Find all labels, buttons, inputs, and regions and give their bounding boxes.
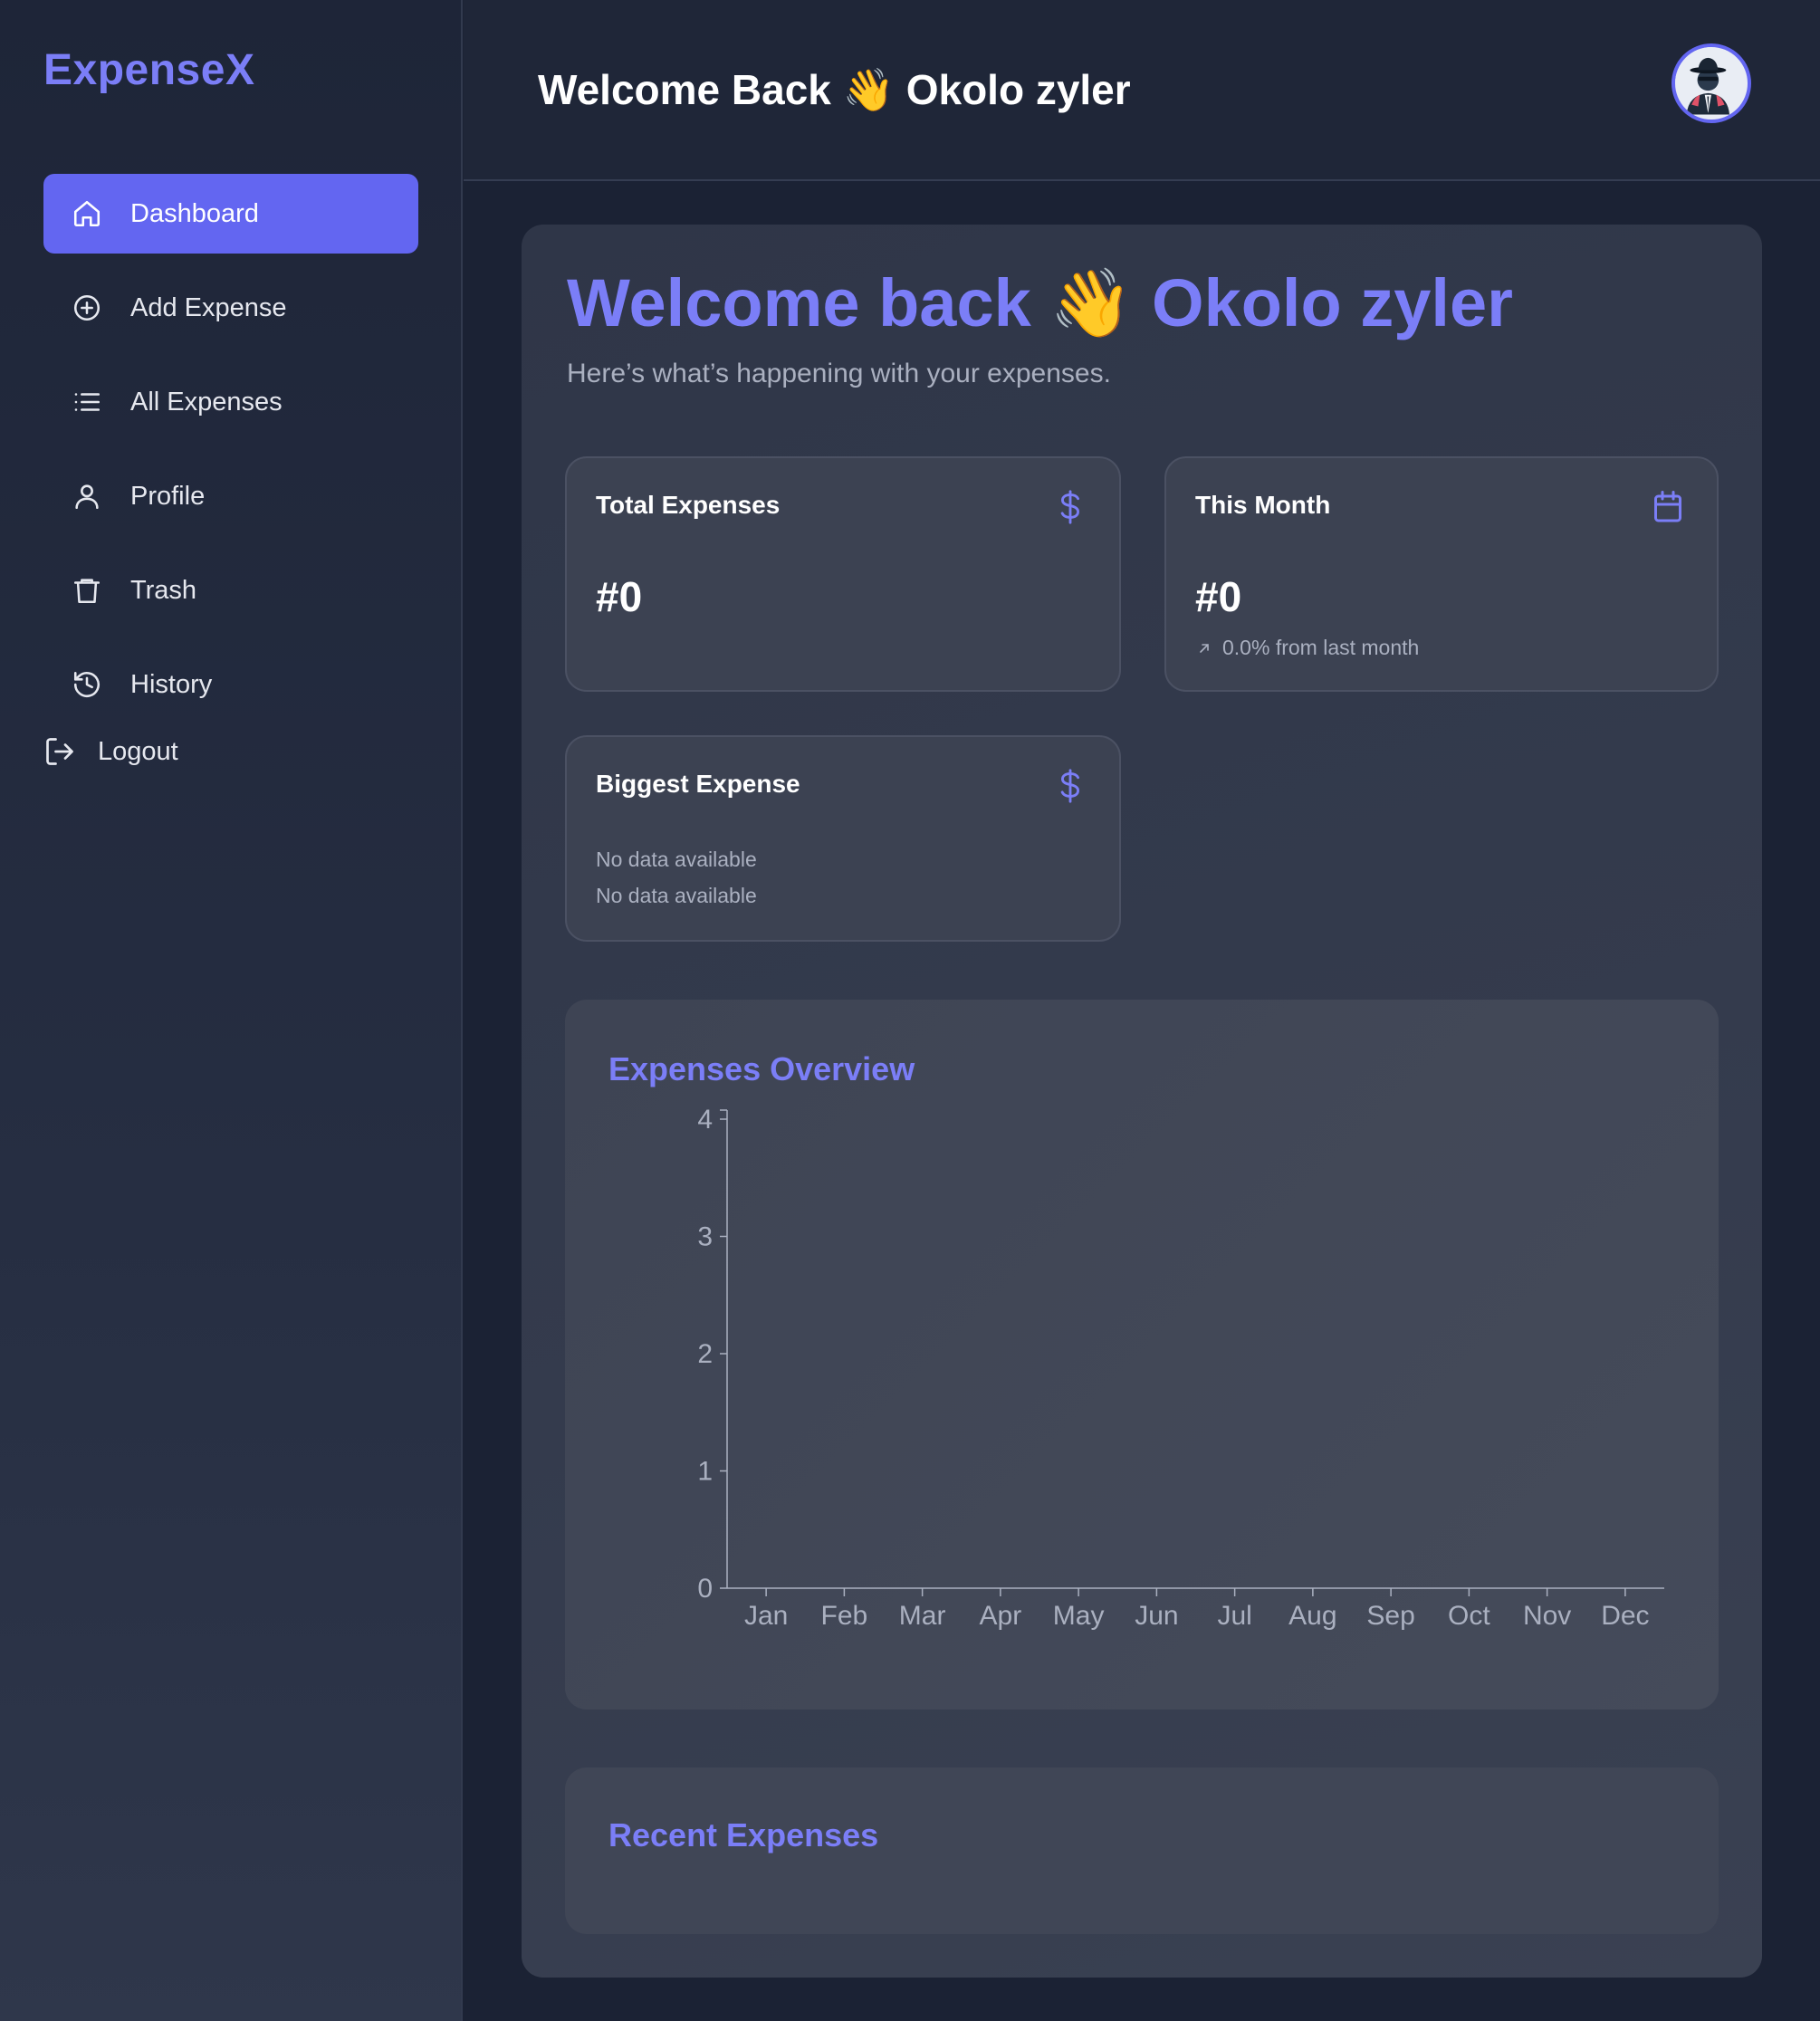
card-title: This Month (1195, 491, 1331, 519)
sidebar-item-all-expenses[interactable]: All Expenses (43, 362, 418, 442)
y-tick-label: 0 (697, 1574, 713, 1604)
this-month-value: #0 (1195, 573, 1242, 620)
y-tick-label: 2 (697, 1339, 713, 1369)
card-title: Total Expenses (596, 491, 781, 519)
sidebar-item-profile[interactable]: Profile (43, 456, 418, 536)
user-icon (71, 480, 103, 512)
x-tick-label: Jul (1217, 1601, 1251, 1631)
expenses-overview-card: Expenses Overview 0 1 2 3 4 Jan Feb Mar Apr May Ju… (565, 1000, 1719, 1710)
logout-label: Logout (98, 736, 178, 766)
y-tick-label: 1 (697, 1457, 713, 1487)
card-title: Biggest Expense (596, 770, 800, 798)
x-tick-label: Sep (1366, 1601, 1414, 1631)
arrow-up-right-icon (1200, 643, 1209, 653)
logout-icon (43, 735, 76, 768)
month-change: 0.0% from last month (1197, 636, 1419, 660)
welcome-subtitle: Here’s what’s happening with your expens… (567, 359, 1111, 388)
month-change-text: 0.0% from last month (1222, 636, 1420, 659)
dollar-icon (1054, 489, 1087, 525)
x-tick-label: Apr (980, 1601, 1022, 1631)
sidebar-item-add-expense[interactable]: Add Expense (43, 268, 418, 348)
spy-avatar-icon[interactable] (1672, 43, 1751, 123)
sidebar-item-label: History (130, 669, 213, 699)
sidebar-nav: Dashboard Add Expense All Expenses Profi… (43, 174, 418, 739)
total-expenses-value: #0 (596, 573, 643, 620)
y-tick-label: 4 (697, 1105, 713, 1135)
sidebar-item-label: Trash (130, 575, 197, 605)
recent-expenses-card: Recent Expenses (565, 1767, 1719, 1934)
total-expenses-card: Total Expenses #0 (565, 456, 1121, 692)
biggest-expense-amount: No data available (596, 848, 757, 871)
home-icon (71, 197, 103, 230)
sidebar-item-label: Dashboard (130, 198, 259, 228)
x-tick-label: Dec (1601, 1601, 1649, 1631)
sidebar-item-label: Profile (130, 481, 206, 511)
x-tick-label: May (1053, 1601, 1105, 1631)
biggest-expense-description: No data available (596, 884, 757, 907)
sidebar-item-label: Add Expense (130, 292, 287, 322)
plus-circle-icon (71, 292, 103, 324)
dashboard-panel: Welcome back 👋 Okolo zyler Here’s what’s… (522, 225, 1762, 1978)
calendar-icon (1652, 489, 1684, 525)
y-tick-label: 3 (697, 1222, 713, 1252)
header-title: Welcome Back 👋 Okolo zyler (538, 66, 1131, 113)
trash-icon (71, 574, 103, 607)
history-icon (71, 668, 103, 701)
x-tick-label: Mar (899, 1601, 946, 1631)
sidebar-item-trash[interactable]: Trash (43, 551, 418, 630)
list-icon (71, 386, 103, 418)
sidebar: ExpenseX Dashboard Add Expense All Expen… (0, 0, 463, 2021)
sidebar-item-history[interactable]: History (43, 645, 418, 724)
x-tick-label: Jun (1135, 1601, 1178, 1631)
brand-logo[interactable]: ExpenseX (43, 45, 254, 95)
x-tick-label: Oct (1448, 1601, 1490, 1631)
dollar-icon (1054, 768, 1087, 804)
recent-expenses-title: Recent Expenses (608, 1816, 879, 1853)
x-tick-label: Aug (1288, 1601, 1336, 1631)
app-root: ExpenseX Dashboard Add Expense All Expen… (0, 0, 1820, 2021)
x-tick-label: Feb (821, 1601, 868, 1631)
sidebar-item-dashboard[interactable]: Dashboard (43, 174, 418, 254)
top-header: Welcome Back 👋 Okolo zyler (464, 0, 1820, 181)
biggest-expense-card: Biggest Expense No data available No dat… (565, 735, 1121, 942)
welcome-heading: Welcome back 👋 Okolo zyler (567, 265, 1513, 340)
this-month-card: This Month #0 0.0% from last month (1164, 456, 1719, 692)
logout-button[interactable]: Logout (43, 735, 178, 768)
x-tick-label: Jan (744, 1601, 788, 1631)
x-tick-label: Nov (1523, 1601, 1571, 1631)
expenses-chart: 0 1 2 3 4 Jan Feb Mar Apr May Jun Jul Aug Sep Oct Nov De… (697, 1105, 1664, 1631)
sidebar-item-label: All Expenses (130, 387, 283, 417)
